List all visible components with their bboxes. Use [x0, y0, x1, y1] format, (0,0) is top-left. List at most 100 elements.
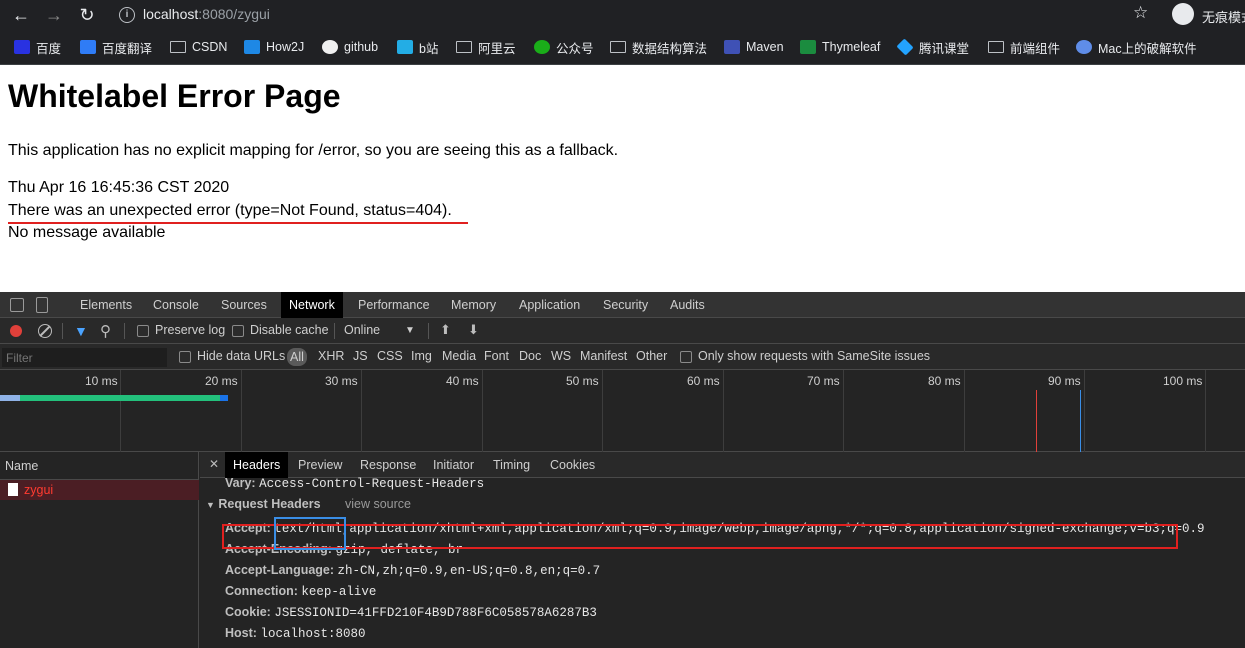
filter-type-ws[interactable]: WS — [551, 349, 571, 363]
header-row-vary: Vary: Access-Control-Request-Headers — [225, 476, 484, 491]
timeline-label: 60 ms — [687, 374, 720, 388]
throttling-select[interactable]: Online — [344, 323, 380, 337]
header-value: Access-Control-Request-Headers — [259, 477, 485, 491]
bookmark-item[interactable]: How2J — [244, 38, 304, 56]
tab-memory[interactable]: Memory — [443, 292, 504, 318]
forward-arrow-icon[interactable]: → — [42, 3, 66, 27]
bookmark-item[interactable]: 百度翻译 — [80, 38, 152, 56]
bookmark-item[interactable]: 公众号 — [534, 38, 594, 56]
filter-type-other[interactable]: Other — [636, 349, 667, 363]
filter-type-css[interactable]: CSS — [377, 349, 403, 363]
name-column-header[interactable]: Name — [0, 452, 199, 480]
samesite-checkbox[interactable] — [680, 351, 692, 363]
timeline-gridline — [241, 370, 242, 452]
error-timestamp: Thu Apr 16 16:45:36 CST 2020 — [8, 179, 230, 196]
page-description: This application has no explicit mapping… — [8, 142, 619, 159]
timeline-gridline — [964, 370, 965, 452]
bookmark-item[interactable]: 数据结构算法 — [610, 38, 707, 56]
filter-type-all[interactable]: All — [287, 348, 307, 366]
bookmark-item[interactable]: 腾讯课堂 — [896, 38, 969, 56]
divider — [428, 323, 429, 339]
timeline-label: 40 ms — [446, 374, 479, 388]
timeline-gridline — [843, 370, 844, 452]
domcontentloaded-marker — [1080, 390, 1081, 452]
request-headers-toggle[interactable]: ▼ Request Headers — [206, 497, 321, 511]
bilibili-icon — [397, 40, 413, 54]
header-key: Connection: — [225, 584, 298, 598]
bookmark-item[interactable]: Thymeleaf — [800, 38, 880, 56]
header-key: Vary: — [225, 476, 256, 490]
folder-icon — [988, 41, 1004, 53]
header-key: Accept-Language: — [225, 563, 335, 577]
divider — [124, 323, 125, 339]
tab-console[interactable]: Console — [145, 292, 207, 318]
inspect-element-icon[interactable] — [10, 298, 24, 312]
disable-cache-checkbox[interactable] — [232, 325, 244, 337]
tab-network[interactable]: Network — [281, 292, 343, 318]
tab-cookies[interactable]: Cookies — [542, 452, 603, 478]
tab-preview[interactable]: Preview — [290, 452, 350, 478]
timeline-gridline — [1084, 370, 1085, 452]
clear-icon[interactable] — [38, 324, 52, 338]
hide-data-urls-label: Hide data URLs — [197, 349, 286, 363]
filter-type-manifest[interactable]: Manifest — [580, 349, 627, 363]
load-event-marker — [1036, 390, 1037, 452]
site-info-icon[interactable]: i — [119, 7, 135, 23]
filter-funnel-icon[interactable]: ▼ — [74, 324, 88, 338]
timeline-label: 100 ms — [1163, 374, 1203, 388]
export-har-icon[interactable]: ⬇ — [468, 322, 479, 338]
tab-performance[interactable]: Performance — [350, 292, 438, 318]
search-icon[interactable]: ⚲ — [100, 322, 111, 340]
import-har-icon[interactable]: ⬆ — [440, 322, 451, 338]
filter-type-js[interactable]: JS — [353, 349, 368, 363]
view-source-link[interactable]: view source — [345, 497, 411, 511]
tab-response[interactable]: Response — [352, 452, 424, 478]
bookmark-item[interactable]: 百度 — [14, 38, 61, 56]
bookmark-item[interactable]: 前端组件 — [988, 38, 1060, 56]
bookmark-item[interactable]: CSDN — [170, 38, 227, 56]
filter-input[interactable] — [2, 348, 167, 367]
filter-type-img[interactable]: Img — [411, 349, 432, 363]
hide-data-urls-checkbox[interactable] — [179, 351, 191, 363]
filter-type-doc[interactable]: Doc — [519, 349, 541, 363]
request-row[interactable]: zygui — [0, 480, 199, 500]
device-toolbar-icon[interactable] — [36, 297, 48, 313]
chevron-down-icon[interactable]: ▼ — [405, 325, 415, 336]
tab-application[interactable]: Application — [511, 292, 588, 318]
record-icon[interactable] — [10, 325, 22, 337]
timeline-label: 80 ms — [928, 374, 961, 388]
filter-type-xhr[interactable]: XHR — [318, 349, 344, 363]
address-bar[interactable]: i localhost:8080/zygui — [107, 2, 1159, 28]
url-text: localhost:8080/zygui — [143, 6, 270, 22]
header-row-cookie: Cookie: JSESSIONID=41FFD210F4B9D788F6C05… — [225, 605, 597, 620]
incognito-icon[interactable] — [1172, 3, 1194, 25]
timeline-label: 90 ms — [1048, 374, 1081, 388]
tab-headers[interactable]: Headers — [225, 452, 289, 478]
back-arrow-icon[interactable]: ← — [9, 3, 33, 27]
bookmark-star-icon[interactable]: ☆ — [1133, 3, 1148, 23]
timeline-gridline — [602, 370, 603, 452]
bookmark-item[interactable]: Maven — [724, 38, 784, 56]
close-icon[interactable]: ✕ — [209, 457, 219, 471]
tab-audits[interactable]: Audits — [662, 292, 713, 318]
timeline-label: 70 ms — [807, 374, 840, 388]
preserve-log-checkbox[interactable] — [137, 325, 149, 337]
bookmark-item[interactable]: b站 — [397, 38, 438, 56]
divider — [334, 323, 335, 339]
filter-type-font[interactable]: Font — [484, 349, 509, 363]
tab-initiator[interactable]: Initiator — [425, 452, 482, 478]
tab-security[interactable]: Security — [595, 292, 656, 318]
tab-elements[interactable]: Elements — [72, 292, 140, 318]
tab-timing[interactable]: Timing — [485, 452, 538, 478]
network-timeline-overview[interactable]: 10 ms 20 ms 30 ms 40 ms 50 ms 60 ms 70 m… — [0, 370, 1245, 452]
bookmark-item[interactable]: 阿里云 — [456, 38, 516, 56]
bookmark-item[interactable]: Mac上的破解软件 — [1076, 38, 1197, 56]
reload-icon[interactable]: ↻ — [75, 3, 99, 27]
bookmark-item[interactable]: github — [322, 38, 378, 56]
tab-sources[interactable]: Sources — [213, 292, 275, 318]
error-page: Whitelabel Error Page This application h… — [0, 66, 1245, 292]
baidu-icon — [14, 40, 30, 54]
header-key: Cookie: — [225, 605, 271, 619]
wechat-icon — [534, 40, 550, 54]
filter-type-media[interactable]: Media — [442, 349, 476, 363]
